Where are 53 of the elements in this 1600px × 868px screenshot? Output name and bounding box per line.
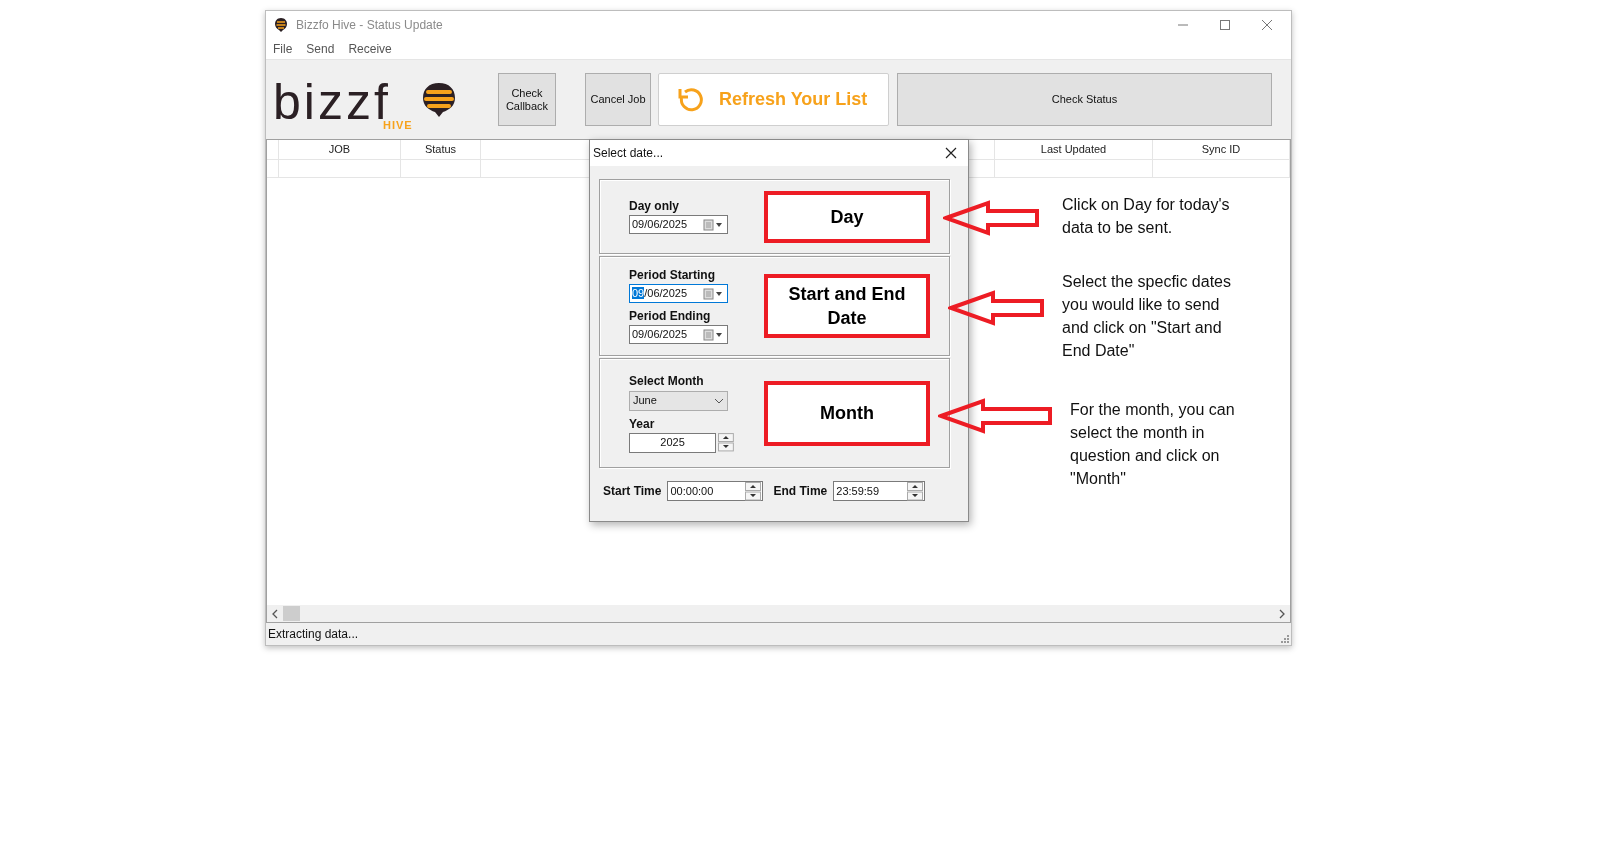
calendar-dropdown-icon[interactable] bbox=[703, 218, 725, 231]
time-field[interactable]: 00:00:00 bbox=[667, 481, 764, 501]
toolbar-button[interactable]: Check Status bbox=[897, 73, 1272, 126]
date-range-button[interactable]: Month bbox=[764, 380, 930, 446]
horizontal-scrollbar[interactable] bbox=[267, 605, 1290, 622]
column-header[interactable]: Status bbox=[424, 141, 457, 158]
field-label: Day only bbox=[629, 199, 680, 213]
date-field[interactable]: 09/06/2025 bbox=[629, 325, 728, 344]
date-range-button[interactable]: Day bbox=[764, 190, 930, 243]
year-field[interactable]: 2025 bbox=[629, 432, 717, 453]
window-title: Bizzfo Hive - Status Update bbox=[296, 17, 443, 34]
field-label: Start Time bbox=[603, 483, 662, 500]
field-label: Period Starting bbox=[629, 268, 716, 282]
annotation-text: For the month, you can select the month in question and click on "Month" bbox=[1070, 400, 1236, 489]
arrow-icon bbox=[948, 290, 1045, 326]
field-label: Year bbox=[629, 416, 656, 431]
field-label: Select Month bbox=[629, 373, 705, 388]
close-icon[interactable] bbox=[945, 147, 957, 159]
status-text: Extracting data... bbox=[268, 626, 359, 643]
column-header[interactable]: Sync ID bbox=[1201, 141, 1241, 158]
column-header[interactable]: Last Updated bbox=[1040, 141, 1107, 158]
annotation-text: Click on Day for today's data to be sent. bbox=[1062, 195, 1231, 238]
refresh-icon bbox=[677, 85, 705, 114]
date-field[interactable]: 09/06/2025 bbox=[629, 215, 728, 234]
date-range-button[interactable]: Start and End Date bbox=[764, 274, 930, 338]
month-dropdown[interactable]: June bbox=[629, 390, 728, 411]
logo-tagline: HIVE bbox=[383, 119, 413, 133]
calendar-dropdown-icon[interactable] bbox=[703, 328, 725, 341]
resize-grip-icon[interactable] bbox=[1280, 633, 1289, 643]
menu-item[interactable]: Receive bbox=[348, 40, 392, 58]
bee-logo-icon bbox=[421, 81, 457, 119]
spinner-arrows-icon[interactable] bbox=[718, 433, 734, 452]
calendar-dropdown-icon[interactable] bbox=[703, 287, 725, 300]
scroll-right-icon[interactable] bbox=[1278, 608, 1286, 619]
spinner-arrows-icon[interactable] bbox=[745, 481, 762, 501]
menu-item[interactable]: Send bbox=[306, 40, 335, 58]
annotation-text: Select the specfic dates you would like to send and click on "Start and End Date" bbox=[1062, 272, 1232, 361]
maximize-icon[interactable] bbox=[1219, 19, 1231, 31]
column-header[interactable]: JOB bbox=[328, 141, 351, 158]
menu-item[interactable]: File bbox=[273, 40, 293, 58]
arrow-icon bbox=[943, 200, 1040, 236]
arrow-icon bbox=[938, 398, 1053, 434]
chevron-down-icon bbox=[714, 397, 724, 404]
time-field[interactable]: 23:59:59 bbox=[833, 481, 926, 501]
spinner-arrows-icon[interactable] bbox=[907, 481, 924, 501]
bee-icon bbox=[274, 17, 288, 33]
toolbar-button[interactable]: Cancel Job bbox=[585, 73, 651, 126]
toolbar-button[interactable]: Check Callback bbox=[498, 73, 556, 126]
scrollbar-thumb[interactable] bbox=[283, 606, 300, 621]
scroll-left-icon[interactable] bbox=[271, 608, 279, 619]
dialog-title: Select date... bbox=[593, 145, 664, 162]
field-label: End Time bbox=[773, 483, 828, 500]
field-label: Period Ending bbox=[629, 309, 712, 323]
